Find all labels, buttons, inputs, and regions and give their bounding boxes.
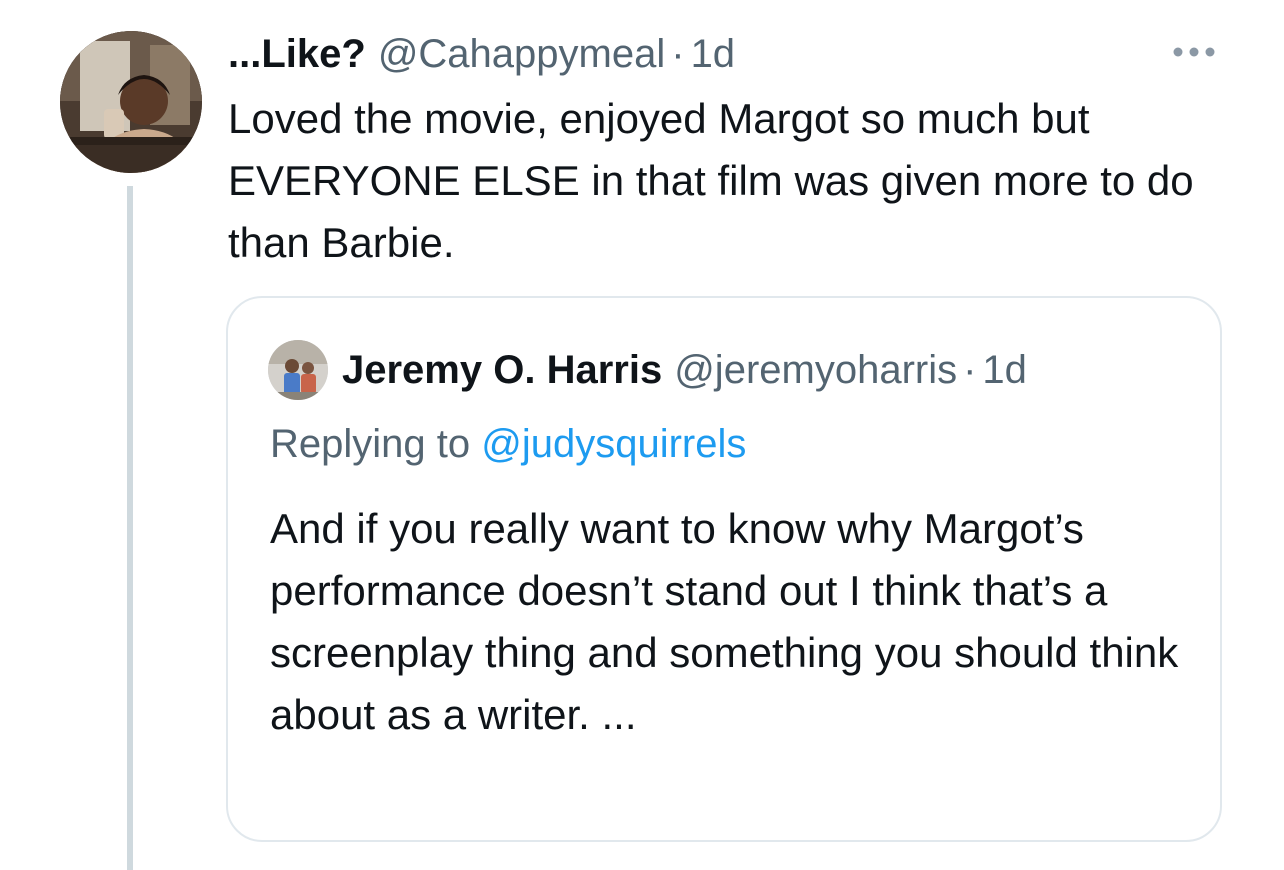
- quoted-separator-dot: ·: [963, 347, 977, 392]
- tweet-header: ...Like? @Cahappymeal · 1d: [228, 28, 735, 80]
- quoted-avatar-photo: [268, 340, 328, 400]
- quoted-timestamp[interactable]: 1d: [982, 348, 1027, 393]
- quoted-display-name[interactable]: Jeremy O. Harris: [342, 348, 662, 393]
- more-horizontal-icon[interactable]: [1168, 38, 1220, 66]
- avatar-photo: [60, 31, 202, 173]
- replying-to-line: Replying to @judysquirrels: [270, 422, 746, 467]
- quoted-avatar[interactable]: [268, 340, 328, 400]
- display-name[interactable]: ...Like?: [228, 32, 366, 77]
- avatar[interactable]: [60, 31, 202, 173]
- thread-connector-line: [127, 186, 133, 870]
- quoted-tweet-header: Jeremy O. Harris @jeremyoharris · 1d: [342, 342, 1027, 398]
- tweet-text: Loved the movie, enjoyed Margot so much …: [228, 95, 1194, 266]
- quoted-tweet-card[interactable]: Jeremy O. Harris @jeremyoharris · 1d Rep…: [226, 296, 1222, 842]
- quoted-tweet-text: And if you really want to know why Margo…: [270, 505, 1179, 738]
- separator-dot: ·: [671, 31, 685, 76]
- replying-to-handle-link[interactable]: @judysquirrels: [481, 422, 746, 466]
- timestamp[interactable]: 1d: [691, 32, 736, 77]
- user-handle[interactable]: @Cahappymeal: [378, 32, 665, 77]
- quoted-user-handle[interactable]: @jeremyoharris: [674, 348, 957, 393]
- replying-to-label: Replying to: [270, 422, 471, 466]
